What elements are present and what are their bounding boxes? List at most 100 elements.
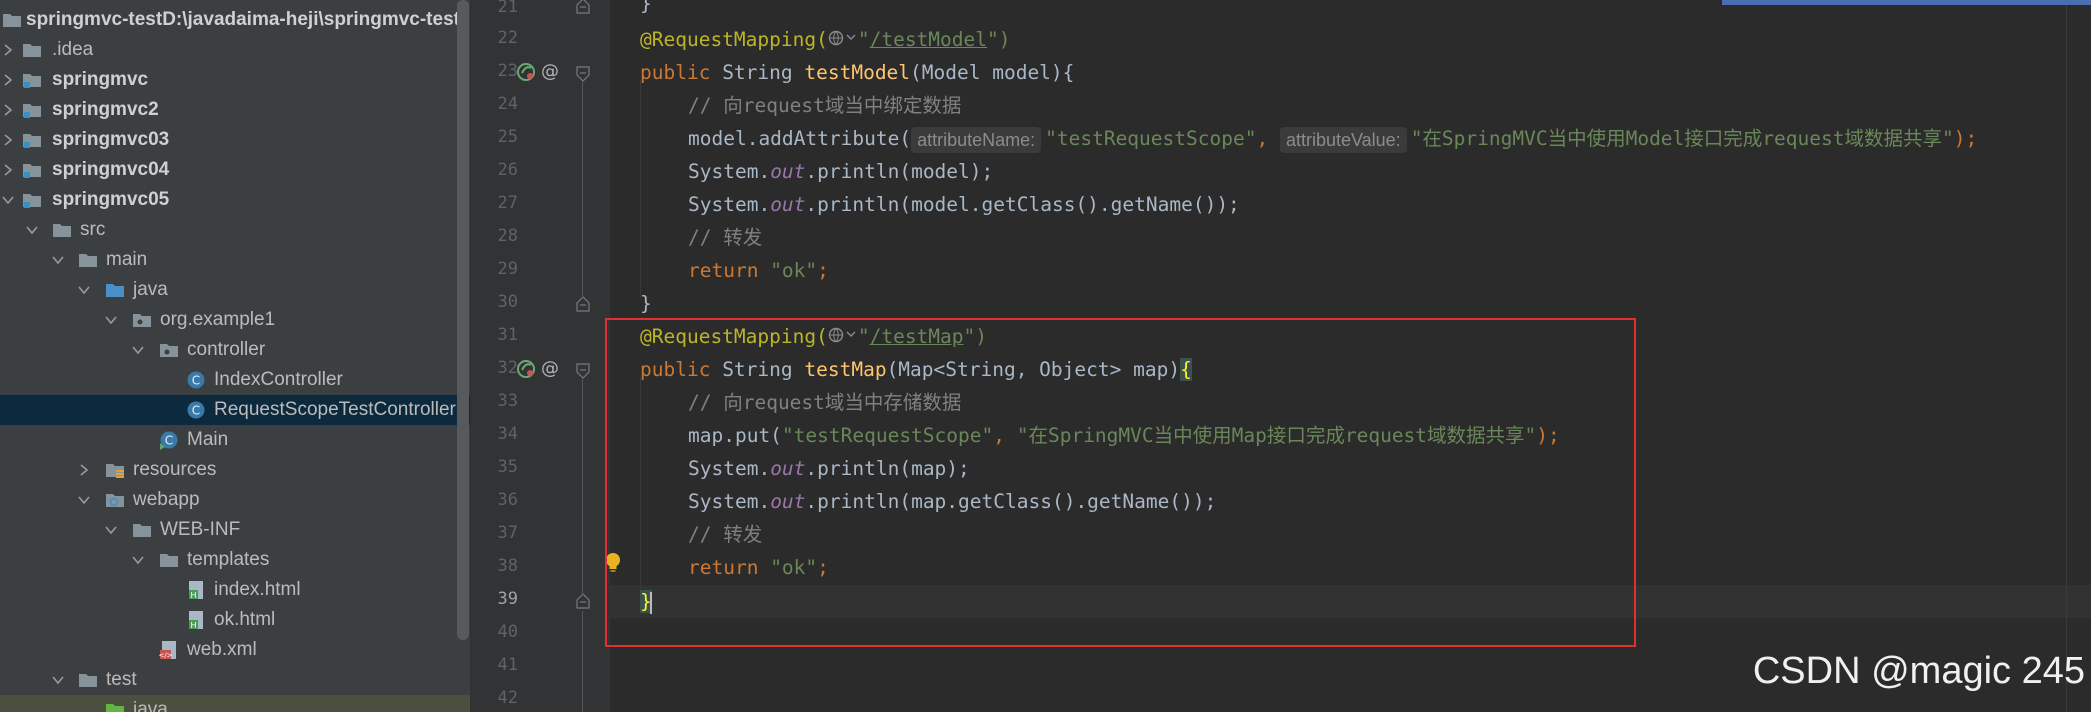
source-folder-icon xyxy=(105,280,125,300)
chevron-down-icon[interactable] xyxy=(132,344,144,356)
chevron-down-icon[interactable] xyxy=(26,224,38,236)
tree-item-main-class[interactable]: C Main xyxy=(0,425,472,455)
resources-folder-icon xyxy=(105,460,125,480)
tree-item-java[interactable]: java xyxy=(0,275,472,305)
module-folder-icon xyxy=(22,160,42,180)
indent-guide xyxy=(640,80,641,298)
line-number-current: 39 xyxy=(497,589,518,609)
java-main-class-icon: C xyxy=(159,430,179,450)
code-token: ") xyxy=(987,28,1011,51)
tree-item-label: web.xml xyxy=(187,639,257,660)
tree-item-label: resources xyxy=(133,459,217,480)
tree-item-web-xml[interactable]: </> web.xml xyxy=(0,635,472,665)
code-line-27[interactable]: System.out.println(model.getClass().getN… xyxy=(688,188,1240,221)
fold-icon[interactable] xyxy=(576,66,590,86)
fold-icon[interactable] xyxy=(576,593,590,613)
tree-item-org-example1[interactable]: org.example1 xyxy=(0,305,472,335)
code-token[interactable]: /testModel xyxy=(870,28,987,51)
line-number: 41 xyxy=(497,655,518,675)
tree-item-main[interactable]: main xyxy=(0,245,472,275)
chevron-right-icon[interactable] xyxy=(78,464,90,476)
spring-bean-icon[interactable] xyxy=(516,359,536,383)
tree-item-springmvc03[interactable]: springmvc03 xyxy=(0,125,472,155)
tree-item-label: Main xyxy=(187,429,229,450)
line-number: 29 xyxy=(497,259,518,279)
fold-icon[interactable] xyxy=(576,363,590,383)
chevron-down-icon[interactable] xyxy=(78,494,90,506)
tree-item-indexcontroller[interactable]: C IndexController xyxy=(0,365,472,395)
line-number: 40 xyxy=(497,622,518,642)
tree-item-web-inf[interactable]: WEB-INF xyxy=(0,515,472,545)
code-token: System. xyxy=(688,160,771,183)
code-line-23[interactable]: public String testModel(Model model){ xyxy=(640,56,1074,89)
chevron-right-icon[interactable] xyxy=(2,134,14,146)
tree-item-index-html[interactable]: H index.html xyxy=(0,575,472,605)
svg-text:H: H xyxy=(190,591,196,600)
code-line-22[interactable]: @RequestMapping("/testModel") xyxy=(640,23,1010,56)
spring-bean-icon[interactable] xyxy=(516,62,536,86)
tree-item-label: .idea xyxy=(52,39,94,60)
fold-icon[interactable] xyxy=(576,0,590,18)
tree-item-requestscopetestcontroller[interactable]: C RequestScopeTestController xyxy=(0,395,472,425)
code-line-28[interactable]: // 转发 xyxy=(688,221,762,254)
tree-item-test-java[interactable]: java xyxy=(0,695,472,712)
html-file-icon: H xyxy=(186,610,206,630)
code-line-21[interactable]: } xyxy=(640,0,652,20)
fold-icon[interactable] xyxy=(576,296,590,316)
code-token: out xyxy=(770,193,806,216)
line-number: 30 xyxy=(497,292,518,312)
tree-item-templates[interactable]: templates xyxy=(0,545,472,575)
module-folder-icon xyxy=(22,190,42,210)
line-number: 23 xyxy=(497,61,518,81)
code-token: return xyxy=(688,259,771,282)
tree-item-label: webapp xyxy=(133,489,200,510)
tree-item-controller[interactable]: controller xyxy=(0,335,472,365)
tree-item-label: ok.html xyxy=(214,609,276,630)
chevron-down-icon[interactable] xyxy=(78,284,90,296)
tree-item-springmvc2[interactable]: springmvc2 xyxy=(0,95,472,125)
code-line-26[interactable]: System.out.println(model); xyxy=(688,155,993,188)
code-token: // 转发 xyxy=(688,226,763,249)
tree-scrollbar[interactable] xyxy=(457,0,469,640)
chevron-down-icon[interactable] xyxy=(132,554,144,566)
code-token: ); xyxy=(1953,127,1978,150)
chevron-right-icon[interactable] xyxy=(2,44,14,56)
code-token: // 向request域当中绑定数据 xyxy=(688,94,962,117)
request-mapping-icon[interactable]: @ xyxy=(540,357,560,383)
tree-item-label: springmvc-test xyxy=(26,9,163,30)
tree-item-webapp[interactable]: webapp xyxy=(0,485,472,515)
watermark: CSDN @magic 245 xyxy=(1752,650,2085,692)
tree-item-springmvc-test[interactable]: springmvc-testD:\javadaima-heji\springmv… xyxy=(0,5,472,35)
fold-guide xyxy=(582,611,583,712)
chevron-down-icon[interactable] xyxy=(105,524,117,536)
globe-icon[interactable] xyxy=(828,24,858,57)
folder-icon xyxy=(78,670,98,690)
tree-item-springmvc04[interactable]: springmvc04 xyxy=(0,155,472,185)
code-line-25[interactable]: model.addAttribute(attributeName: "testRe… xyxy=(688,122,1977,155)
chevron-down-icon[interactable] xyxy=(52,674,64,686)
code-token: , xyxy=(1256,127,1280,150)
chevron-right-icon[interactable] xyxy=(2,164,14,176)
tree-item-springmvc05[interactable]: springmvc05 xyxy=(0,185,472,215)
code-token: public xyxy=(640,61,711,84)
chevron-down-icon[interactable] xyxy=(2,194,14,206)
tree-item-resources[interactable]: resources xyxy=(0,455,472,485)
tree-item-src[interactable]: src xyxy=(0,215,472,245)
chevron-right-icon[interactable] xyxy=(2,74,14,86)
chevron-down-icon[interactable] xyxy=(105,314,117,326)
request-mapping-icon[interactable]: @ xyxy=(540,60,560,86)
line-number: 32 xyxy=(497,358,518,378)
line-number: 24 xyxy=(497,94,518,114)
tree-item-idea[interactable]: .idea xyxy=(0,35,472,65)
tree-item-test[interactable]: test xyxy=(0,665,472,695)
svg-text:C: C xyxy=(192,404,200,418)
code-line-29[interactable]: return "ok"; xyxy=(688,254,829,287)
code-token: "在SpringMVC当中使用Model接口完成request域数据共享" xyxy=(1410,127,1954,150)
tree-item-ok-html[interactable]: H ok.html xyxy=(0,605,472,635)
tree-item-springmvc[interactable]: springmvc xyxy=(0,65,472,95)
chevron-down-icon[interactable] xyxy=(52,254,64,266)
code-line-30[interactable]: } xyxy=(640,287,652,320)
chevron-right-icon[interactable] xyxy=(2,104,14,116)
line-number: 31 xyxy=(497,325,518,345)
code-line-24[interactable]: // 向request域当中绑定数据 xyxy=(688,89,961,122)
